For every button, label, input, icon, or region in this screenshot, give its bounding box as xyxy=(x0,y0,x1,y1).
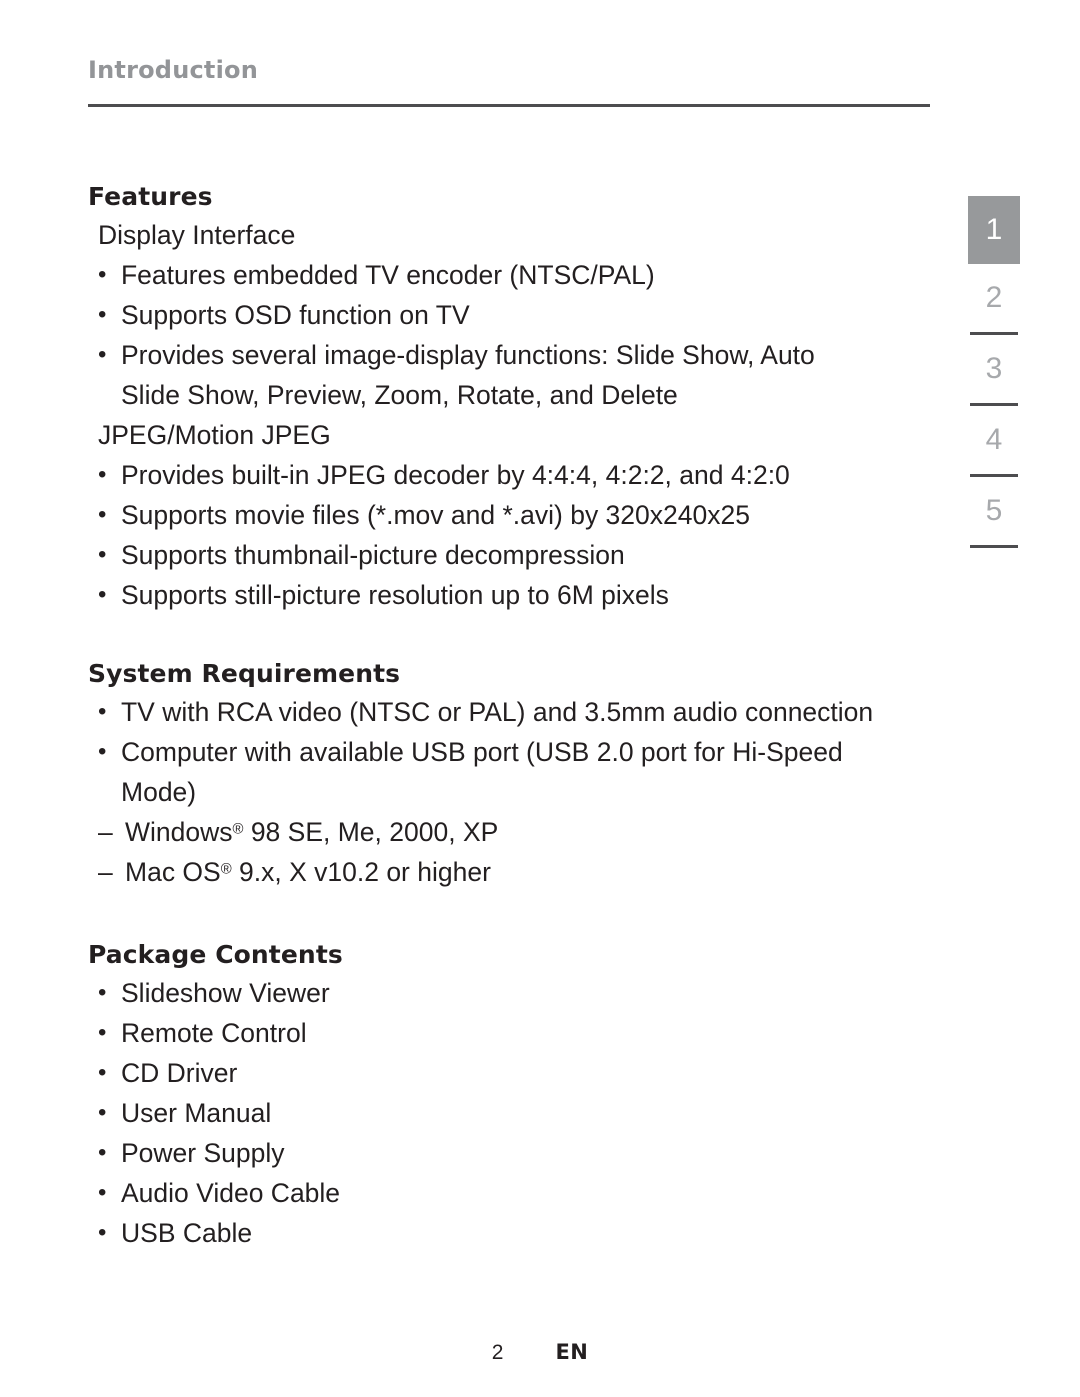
list-item: Features embedded TV encoder (NTSC/PAL) xyxy=(88,255,934,295)
list-item-text: User Manual xyxy=(121,1098,272,1128)
list-item-text: Power Supply xyxy=(121,1138,285,1168)
running-head: Introduction xyxy=(88,56,258,84)
list-item: Supports thumbnail-picture decompression xyxy=(88,535,934,575)
features-jpeg-list: Provides built-in JPEG decoder by 4:4:4,… xyxy=(88,455,934,615)
section-title-package-contents: Package Contents xyxy=(88,940,343,969)
list-item: Windows® 98 SE, Me, 2000, XP xyxy=(88,812,934,852)
os-versions: 98 SE, Me, 2000, XP xyxy=(243,817,499,847)
list-item-text: TV with RCA video (NTSC or PAL) and 3.5m… xyxy=(121,697,874,727)
page-number: 2 xyxy=(491,1341,504,1364)
list-item-text: Supports still-picture resolution up to … xyxy=(121,580,669,610)
list-item: Computer with available USB port (USB 2.… xyxy=(88,732,934,812)
chapter-tab-3[interactable]: 3 xyxy=(968,335,1020,403)
registered-trademark-icon: ® xyxy=(232,821,244,838)
chapter-tab-label: 2 xyxy=(985,281,1003,314)
list-item: TV with RCA video (NTSC or PAL) and 3.5m… xyxy=(88,692,934,732)
list-item-text: Slideshow Viewer xyxy=(121,978,330,1008)
list-item-text: CD Driver xyxy=(121,1058,238,1088)
section-system-requirements: System Requirements TV with RCA video (N… xyxy=(88,659,934,892)
list-item-text: Computer with available USB port (USB 2.… xyxy=(121,737,843,767)
list-item: Supports movie files (*.mov and *.avi) b… xyxy=(88,495,934,535)
list-item-text: Remote Control xyxy=(121,1018,307,1048)
list-item: User Manual xyxy=(88,1093,934,1133)
list-item: Power Supply xyxy=(88,1133,934,1173)
chapter-tab-strip: 1 2 3 4 5 xyxy=(968,196,1020,548)
chapter-tab-divider xyxy=(970,545,1018,548)
section-features: Features Display Interface Features embe… xyxy=(88,182,934,615)
supported-os-list: Windows® 98 SE, Me, 2000, XP Mac OS® 9.x… xyxy=(88,812,934,892)
list-item-text-continued: Mode) xyxy=(121,777,197,807)
chapter-tab-2[interactable]: 2 xyxy=(968,264,1020,332)
list-item: Audio Video Cable xyxy=(88,1173,934,1213)
chapter-tab-label: 5 xyxy=(985,494,1003,527)
list-item: Slideshow Viewer xyxy=(88,973,934,1013)
list-item: Supports OSD function on TV xyxy=(88,295,934,335)
chapter-tab-label: 3 xyxy=(985,352,1003,385)
chapter-tab-5[interactable]: 5 xyxy=(968,477,1020,545)
list-item-text: Supports OSD function on TV xyxy=(121,300,470,330)
package-contents-list: Slideshow Viewer Remote Control CD Drive… xyxy=(88,973,934,1253)
chapter-tab-4[interactable]: 4 xyxy=(968,406,1020,474)
list-item-text: Supports movie files (*.mov and *.avi) b… xyxy=(121,500,750,530)
list-item: Mac OS® 9.x, X v10.2 or higher xyxy=(88,852,934,892)
chapter-tab-label: 1 xyxy=(985,213,1003,246)
features-display-interface-list: Features embedded TV encoder (NTSC/PAL) … xyxy=(88,255,934,415)
registered-trademark-icon: ® xyxy=(220,861,232,878)
list-item: CD Driver xyxy=(88,1053,934,1093)
list-item: USB Cable xyxy=(88,1213,934,1253)
list-item-text: USB Cable xyxy=(121,1218,253,1248)
list-item-text: Provides built-in JPEG decoder by 4:4:4,… xyxy=(121,460,790,490)
section-title-system-requirements: System Requirements xyxy=(88,659,401,688)
list-item-text: Audio Video Cable xyxy=(121,1178,341,1208)
os-name: Windows xyxy=(125,817,233,847)
section-package-contents: Package Contents Slideshow Viewer Remote… xyxy=(88,940,934,1253)
header-divider xyxy=(88,104,930,107)
list-item-text-continued: Slide Show, Preview, Zoom, Rotate, and D… xyxy=(121,380,678,410)
list-item: Supports still-picture resolution up to … xyxy=(88,575,934,615)
page-content: Features Display Interface Features embe… xyxy=(88,182,934,1253)
list-item: Provides several image-display functions… xyxy=(88,335,934,415)
os-name: Mac OS xyxy=(125,857,221,887)
list-item-text: Provides several image-display functions… xyxy=(121,340,815,370)
list-item: Provides built-in JPEG decoder by 4:4:4,… xyxy=(88,455,934,495)
subheading-display-interface: Display Interface xyxy=(98,220,296,250)
chapter-tab-label: 4 xyxy=(985,423,1003,456)
chapter-tab-1[interactable]: 1 xyxy=(968,196,1020,264)
list-item-text: Features embedded TV encoder (NTSC/PAL) xyxy=(121,260,655,290)
subheading-jpeg-motion-jpeg: JPEG/Motion JPEG xyxy=(98,420,331,450)
list-item: Remote Control xyxy=(88,1013,934,1053)
manual-page: Introduction Features Display Interface … xyxy=(0,0,1080,1397)
system-requirements-list: TV with RCA video (NTSC or PAL) and 3.5m… xyxy=(88,692,934,812)
section-title-features: Features xyxy=(88,182,213,211)
page-footer: 2 EN xyxy=(0,1340,1080,1365)
language-code: EN xyxy=(555,1340,589,1364)
os-versions: 9.x, X v10.2 or higher xyxy=(231,857,491,887)
list-item-text: Supports thumbnail-picture decompression xyxy=(121,540,625,570)
